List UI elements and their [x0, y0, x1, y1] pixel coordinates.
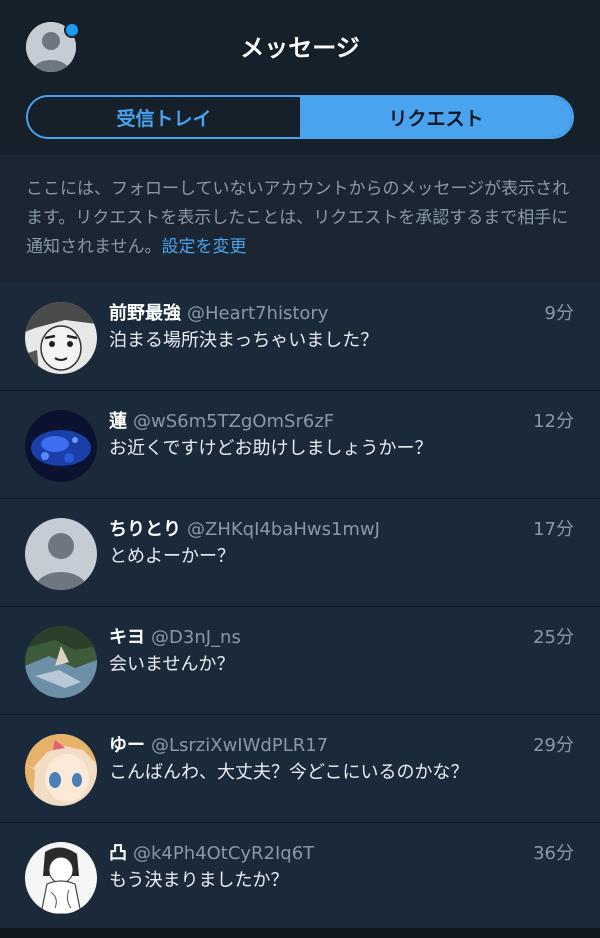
manga-face-avatar-icon[interactable] [25, 302, 97, 374]
list-item[interactable]: 凸 @k4Ph4OtCyR2Iq6T 36分 もう決まりましたか？ [0, 823, 600, 931]
anime-girl-avatar-icon[interactable] [25, 734, 97, 806]
notice-text: ここには、フォローしていないアカウントからのメッセージが表示されます。リクエスト… [26, 179, 570, 257]
request-list: 前野最強 @Heart7history 9分 泊まる場所決まっちゃいました？ 蓮 @… [0, 283, 600, 931]
sender-name: 前野最強 [109, 303, 181, 324]
sender-name: ちりとり [109, 519, 181, 540]
sender-handle: @Heart7history [187, 303, 329, 324]
bottom-edge [0, 928, 600, 938]
tab-inbox[interactable]: 受信トレイ [28, 97, 300, 137]
sender-line: ゆー @LsrziXwIWdPLR17 [109, 731, 328, 757]
sender-line: 凸 @k4Ph4OtCyR2Iq6T [109, 839, 314, 865]
message-preview: 泊まる場所決まっちゃいました？ [109, 330, 379, 351]
request-notice: ここには、フォローしていないアカウントからのメッセージが表示されます。リクエスト… [0, 155, 600, 283]
message-time: 25分 [533, 627, 574, 648]
list-item[interactable]: 蓮 @wS6m5TZgOmSr6zF 12分 お近くですけどお助けしましょうかー？ [0, 391, 600, 499]
sender-line: ちりとり @ZHKqI4baHws1mwJ [109, 515, 380, 541]
default-user-avatar-icon[interactable] [25, 518, 97, 590]
manga-girl-avatar-icon[interactable] [25, 842, 97, 914]
tab-requests[interactable]: リクエスト [300, 97, 572, 137]
sender-handle: @wS6m5TZgOmSr6zF [133, 411, 335, 432]
message-preview: とめよーかー？ [109, 546, 235, 567]
message-time: 9分 [544, 303, 574, 324]
sender-handle: @LsrziXwIWdPLR17 [151, 735, 329, 756]
sender-line: 蓮 @wS6m5TZgOmSr6zF [109, 407, 334, 433]
sender-handle: @D3nJ_ns [151, 627, 241, 648]
sender-name: ゆー [109, 735, 145, 756]
message-preview: もう決まりましたか？ [109, 870, 289, 891]
header: メッセージ 受信トレイ リクエスト [0, 0, 600, 155]
message-time: 12分 [533, 411, 574, 432]
message-preview: 会いませんか？ [109, 654, 235, 675]
list-item[interactable]: ちりとり @ZHKqI4baHws1mwJ 17分 とめよーかー？ [0, 499, 600, 607]
page-title: メッセージ [240, 34, 360, 62]
list-item[interactable]: ゆー @LsrziXwIWdPLR17 29分 こんばんわ、大丈夫？今どこにいるの… [0, 715, 600, 823]
message-time: 36分 [533, 843, 574, 864]
message-time: 29分 [533, 735, 574, 756]
sender-handle: @ZHKqI4baHws1mwJ [187, 519, 380, 540]
blue-light-avatar-icon[interactable] [25, 410, 97, 482]
list-item[interactable]: キヨ @D3nJ_ns 25分 会いませんか？ [0, 607, 600, 715]
sender-line: キヨ @D3nJ_ns [109, 623, 241, 649]
landscape-avatar-icon[interactable] [25, 626, 97, 698]
message-preview: お近くですけどお助けしましょうかー？ [109, 438, 433, 459]
change-settings-link[interactable]: 設定を変更 [162, 237, 247, 257]
message-tabs: 受信トレイ リクエスト [26, 95, 574, 139]
sender-line: 前野最強 @Heart7history [109, 299, 328, 325]
sender-handle: @k4Ph4OtCyR2Iq6T [133, 843, 315, 864]
sender-name: 凸 [109, 843, 127, 864]
message-time: 17分 [533, 519, 574, 540]
message-preview: こんばんわ、大丈夫？今どこにいるのかな？ [109, 762, 469, 783]
sender-name: 蓮 [109, 411, 127, 432]
list-item[interactable]: 前野最強 @Heart7history 9分 泊まる場所決まっちゃいました？ [0, 283, 600, 391]
sender-name: キヨ [109, 627, 145, 648]
